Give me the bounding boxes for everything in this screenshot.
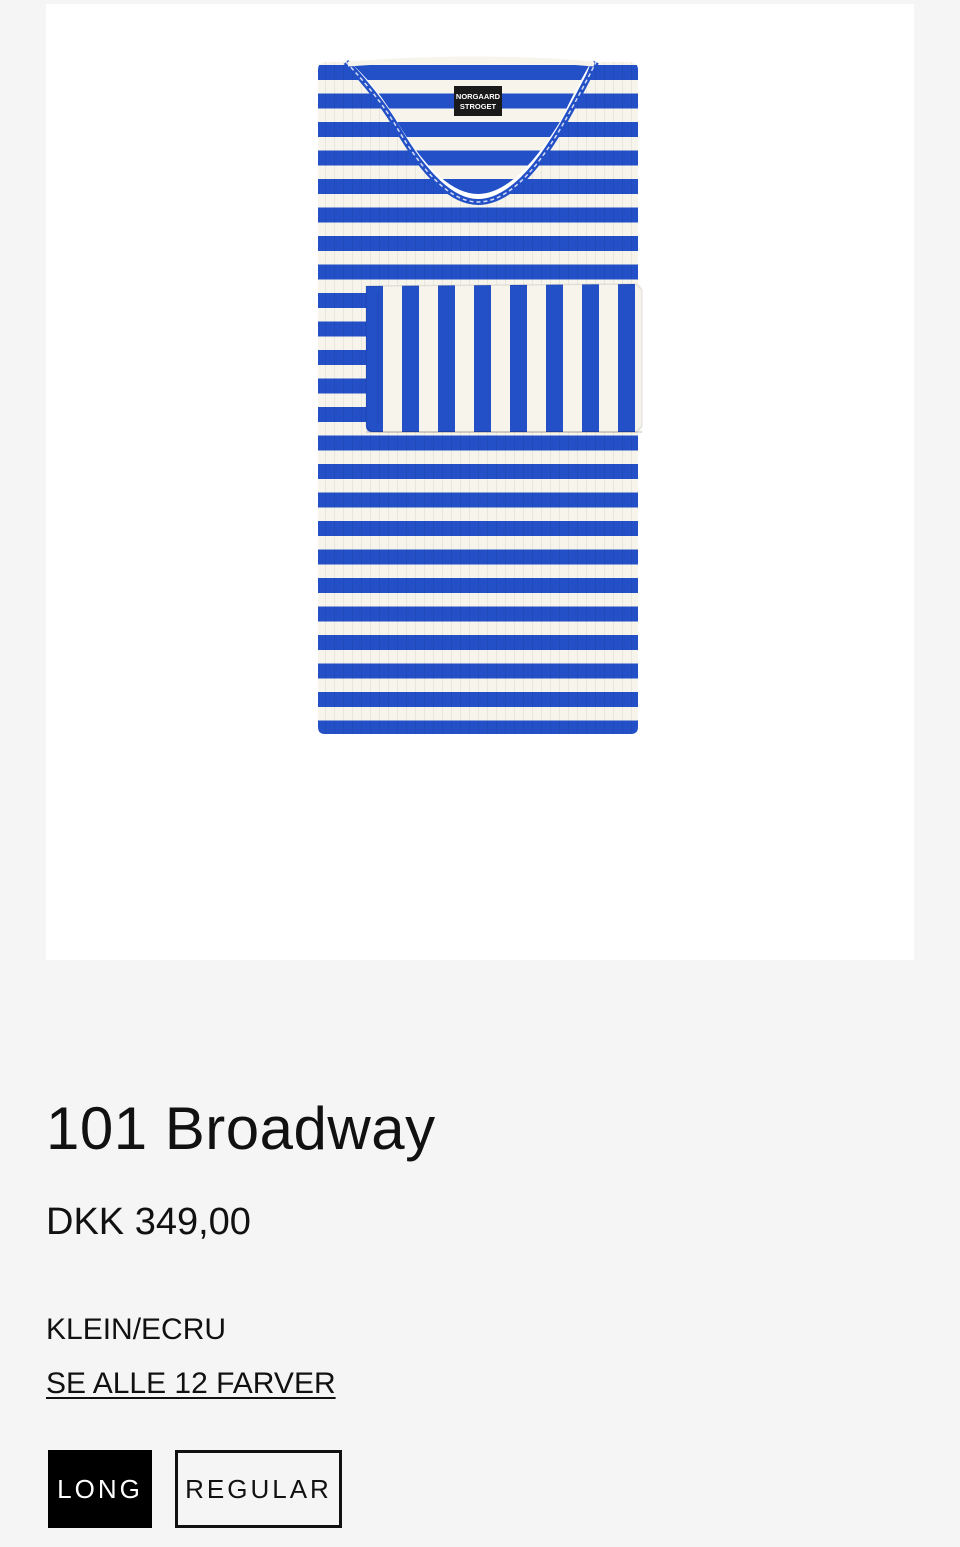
fit-option-regular-label: REGULAR xyxy=(185,1473,332,1504)
product-title: 101 Broadway xyxy=(46,1095,436,1162)
product-price: DKK 349,00 xyxy=(46,1201,251,1243)
fit-option-long-label: LONG xyxy=(57,1473,143,1504)
striped-shirt-image: NORGAARD STROGET xyxy=(318,56,643,734)
product-image[interactable]: NORGAARD STROGET xyxy=(46,4,914,960)
selected-color-name: KLEIN/ECRU xyxy=(46,1313,227,1346)
fit-option-long[interactable]: LONG xyxy=(48,1450,152,1528)
fit-option-regular[interactable]: REGULAR xyxy=(175,1450,342,1528)
brand-label-line2: STROGET xyxy=(460,102,497,111)
brand-label-line1: NORGAARD xyxy=(456,92,501,101)
see-all-colors-link[interactable]: SE ALLE 12 FARVER xyxy=(46,1367,336,1401)
